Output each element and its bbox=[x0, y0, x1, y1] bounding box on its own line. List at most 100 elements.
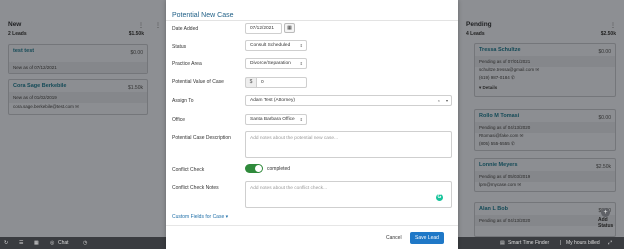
phone-icon: ✆ bbox=[511, 75, 515, 80]
cancel-button[interactable]: Cancel bbox=[386, 235, 402, 241]
expand-icon[interactable]: ⤢ bbox=[608, 240, 612, 246]
save-lead-button[interactable]: Save Lead bbox=[410, 232, 444, 244]
assign-to-value: Adam Test (Attorney) bbox=[250, 98, 295, 103]
lead-card[interactable]: Cora Sage Berkebile $1.50k New as of 01/… bbox=[8, 79, 148, 115]
lead-amount: $2.50k bbox=[595, 164, 611, 170]
status-column-partial: ⋮ bbox=[152, 0, 166, 237]
lead-email[interactable]: schultze.tressa@gmail.com bbox=[479, 67, 534, 72]
chat-icon[interactable]: ◎ bbox=[50, 240, 54, 246]
calculator-icon[interactable]: ▦ bbox=[34, 240, 39, 246]
column-menu-icon[interactable]: ⋮ bbox=[610, 22, 616, 29]
list-icon[interactable]: ☰ bbox=[19, 240, 23, 246]
details-toggle[interactable]: Details bbox=[483, 85, 498, 90]
column-title: New bbox=[8, 21, 22, 28]
date-added-input[interactable]: 07/12/2021 bbox=[245, 23, 282, 34]
updown-icon: ⇕ bbox=[299, 61, 303, 66]
lead-card[interactable]: Tressa Schultze $0.00 Pending as of 07/0… bbox=[474, 43, 616, 97]
lead-name[interactable]: Cora Sage Berkebile bbox=[13, 83, 143, 89]
divider bbox=[166, 225, 458, 226]
status-select[interactable]: Consult Scheduled ⇕ bbox=[245, 40, 307, 51]
conflict-notes-label: Conflict Check Notes bbox=[172, 185, 219, 191]
chevron-down-icon: ▾ bbox=[479, 85, 482, 90]
lead-email[interactable]: lpm@mycase.com bbox=[479, 182, 516, 187]
refresh-icon[interactable]: ↻ bbox=[4, 240, 8, 246]
lead-card[interactable]: test test $0.00 New as of 07/12/2021 bbox=[8, 44, 148, 74]
lead-as-of: Pending as of 04/13/2020 bbox=[475, 215, 615, 226]
lead-email[interactable]: cora.sage.berkebile@test.com bbox=[13, 104, 74, 109]
column-total: $1.50k bbox=[128, 31, 144, 37]
lead-amount: $0.00 bbox=[130, 50, 143, 56]
hours-billed-link[interactable]: My hours billed bbox=[566, 240, 600, 246]
calendar-icon[interactable]: ▦ bbox=[284, 23, 295, 33]
updown-icon: ⇕ bbox=[299, 117, 303, 122]
chevron-down-icon: ▾ bbox=[445, 98, 448, 103]
modal-title: Potential New Case bbox=[172, 12, 234, 19]
value-label: Potential Value of Case bbox=[172, 79, 224, 85]
lead-name[interactable]: Lonnie Meyers bbox=[479, 162, 611, 168]
column-menu-icon[interactable]: ⋮ bbox=[155, 22, 161, 29]
column-total: $2.50k bbox=[600, 31, 616, 37]
lead-card[interactable]: Alan L Bob $0.00 Pending as of 04/13/202… bbox=[474, 202, 616, 237]
practice-area-label: Practice Area bbox=[172, 61, 202, 67]
lead-phone[interactable]: (805) 555-5555 bbox=[479, 141, 510, 146]
lead-name[interactable]: Tressa Schultze bbox=[479, 47, 611, 53]
assign-to-select[interactable]: Adam Test (Attorney) × ▾ bbox=[245, 95, 452, 106]
updown-icon: ⇕ bbox=[299, 43, 303, 48]
grammarly-icon[interactable]: G bbox=[436, 194, 443, 201]
lead-card[interactable]: Rollo M Tomasi $0.00 Pending as of 04/13… bbox=[474, 109, 616, 151]
lead-as-of: Pending as of 04/13/2020 bbox=[475, 122, 615, 133]
lead-name[interactable]: Alan L Bob bbox=[479, 206, 611, 212]
description-label: Potential Case Description bbox=[172, 135, 231, 141]
description-textarea[interactable]: Add notes about the potential new case..… bbox=[245, 131, 452, 158]
conflict-check-state: completed bbox=[267, 166, 291, 172]
clear-icon[interactable]: × bbox=[438, 96, 440, 106]
lead-as-of: Pending as of 07/01/2021 bbox=[475, 56, 615, 67]
lead-email[interactable]: Rtomasi@fake.com bbox=[479, 133, 518, 138]
email-icon: ✉ bbox=[535, 67, 540, 72]
assign-to-label: Assign To bbox=[172, 98, 194, 104]
office-select[interactable]: Santa Barbara Office ⇕ bbox=[245, 114, 307, 125]
calendar-clock-icon: ▤ bbox=[500, 240, 505, 246]
toggle-knob bbox=[255, 165, 262, 172]
lead-amount: $1.50k bbox=[127, 85, 143, 91]
status-value: Consult Scheduled bbox=[250, 43, 291, 48]
column-title: Pending bbox=[466, 21, 492, 28]
potential-new-case-modal: Potential New Case bbox=[166, 0, 458, 249]
lead-amount: $0.00 bbox=[598, 49, 611, 55]
chat-button[interactable]: Chat bbox=[58, 240, 69, 246]
column-lead-count: 4 Leads bbox=[466, 31, 485, 37]
email-icon: ✉ bbox=[75, 104, 79, 109]
conflict-check-toggle[interactable] bbox=[245, 164, 263, 173]
email-icon: ✉ bbox=[517, 182, 522, 187]
custom-fields-link[interactable]: Custom Fields for Case ▾ bbox=[172, 214, 228, 220]
column-lead-count: 2 Leads bbox=[8, 31, 27, 37]
lead-as-of: New as of 01/02/2019 bbox=[9, 92, 147, 103]
email-icon: ✉ bbox=[519, 133, 524, 138]
add-status-icon[interactable]: + bbox=[601, 208, 610, 217]
office-label: Office bbox=[172, 117, 185, 123]
lead-name[interactable]: test test bbox=[13, 48, 143, 54]
lead-phone[interactable]: (619) 987-0184 bbox=[479, 75, 510, 80]
office-value: Santa Barbara Office bbox=[250, 117, 295, 122]
lead-as-of: New as of 07/12/2021 bbox=[9, 62, 147, 73]
date-added-label: Date Added bbox=[172, 26, 199, 32]
practice-area-select[interactable]: Divorce/Separation ⇕ bbox=[245, 58, 307, 69]
currency-prefix: $ bbox=[245, 77, 256, 88]
status-label: Status bbox=[172, 44, 187, 50]
timer-icon[interactable]: ◷ bbox=[83, 240, 87, 246]
lead-amount: $0.00 bbox=[598, 115, 611, 121]
divider: | bbox=[560, 240, 562, 246]
conflict-notes-textarea[interactable]: Add notes about the conflict check... bbox=[245, 181, 452, 208]
case-value-input[interactable]: 0 bbox=[256, 77, 307, 88]
smart-time-finder-link[interactable]: Smart Time Finder bbox=[508, 240, 549, 246]
divider bbox=[166, 20, 458, 21]
lead-card[interactable]: Lonnie Meyers $2.50k Pending as of 05/03… bbox=[474, 158, 616, 192]
add-status-button[interactable]: Add Status bbox=[598, 217, 624, 229]
phone-icon: ✆ bbox=[511, 141, 515, 146]
column-menu-icon[interactable]: ⋮ bbox=[138, 22, 144, 29]
practice-area-value: Divorce/Separation bbox=[250, 61, 291, 66]
lead-name[interactable]: Rollo M Tomasi bbox=[479, 113, 611, 119]
column-header: New 2 Leads ⋮ $1.50k bbox=[0, 0, 152, 37]
status-column-new: New 2 Leads ⋮ $1.50k bbox=[0, 0, 152, 237]
lead-as-of: Pending as of 05/03/2019 bbox=[475, 171, 615, 182]
